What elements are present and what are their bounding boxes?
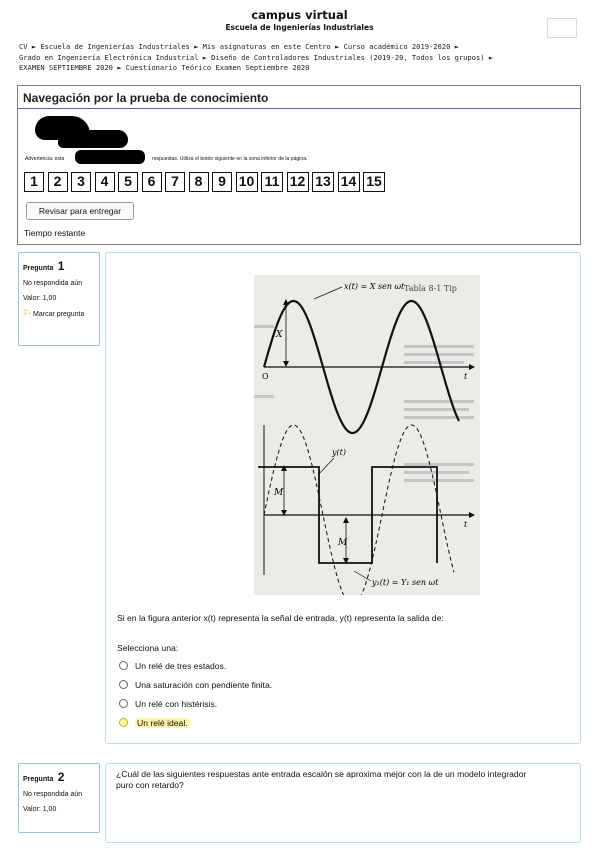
answer-option[interactable]: Una saturación con pendiente finita. <box>119 675 272 694</box>
answer-option-label[interactable]: Una saturación con pendiente finita. <box>135 680 272 690</box>
breadcrumb: CV ► Escuela de Ingenierías Industriales… <box>19 42 579 74</box>
flag-question-label[interactable]: Marcar pregunta <box>33 311 84 318</box>
redaction-mark <box>58 130 128 148</box>
question-nav-button[interactable]: 1 <box>24 172 44 192</box>
answer-radio[interactable] <box>119 718 128 727</box>
question-nav-button[interactable]: 9 <box>212 172 232 192</box>
warning-text-start: Advertencia: esta <box>25 156 65 162</box>
answer-options: Un relé de tres estados. Una saturación … <box>119 656 272 732</box>
answer-prompt: Selecciona una: <box>117 643 179 653</box>
review-submit-button[interactable]: Revisar para entregar <box>26 202 134 220</box>
question-nav-button[interactable]: 8 <box>188 172 209 192</box>
question-nav-button[interactable]: 13 <box>312 172 334 192</box>
flag-icon[interactable]: ⚐ <box>23 308 31 318</box>
question-nav-button[interactable]: 5 <box>118 172 138 192</box>
redaction-mark <box>75 150 145 164</box>
site-subtitle: Escuela de Ingenierías Industriales <box>225 23 374 32</box>
figure-svg: Tabla 8-1 Tip t O X x(t) = X sen ωt t M … <box>254 275 480 606</box>
m-lower-label: M <box>337 538 348 548</box>
question-2-text: ¿Cuál de las siguientes respuestas ante … <box>116 769 527 790</box>
question-nav-button[interactable]: 4 <box>94 172 115 192</box>
question-1-info: Pregunta 1 No respondida aún Valor: 1,00… <box>18 252 100 346</box>
answer-option-label[interactable]: Un relé de tres estados. <box>135 661 226 671</box>
answer-option-label[interactable]: Un relé ideal. <box>135 717 190 728</box>
breadcrumb-line-1[interactable]: CV ► Escuela de Ingenierías Industriales… <box>19 42 579 53</box>
answer-radio[interactable] <box>119 680 128 689</box>
question-nav-button[interactable]: 10 <box>235 172 258 192</box>
answer-option[interactable]: Un relé con histérisis. <box>119 694 272 713</box>
question-2-info: Pregunta 2 No respondida aún Valor: 1,00 <box>18 763 100 833</box>
question-nav-button[interactable]: 6 <box>141 172 162 192</box>
question-state: No respondida aún <box>23 791 83 798</box>
figure-header-text: Tabla 8-1 Tip <box>404 284 457 293</box>
question-word: Pregunta <box>23 776 54 783</box>
question-nav-button[interactable]: 7 <box>165 172 185 192</box>
question-number: 1 <box>57 259 65 273</box>
answer-radio[interactable] <box>119 699 128 708</box>
question-nav-button[interactable]: 11 <box>261 172 283 192</box>
question-state: No respondida aún <box>23 280 83 287</box>
question-2-content: ¿Cuál de las siguientes respuestas ante … <box>105 763 581 843</box>
warning-text-end: respuestas. Utiliza el botón siguiente e… <box>152 156 308 162</box>
input-equation-label: x(t) = X sen ωt <box>344 282 405 291</box>
question-word: Pregunta <box>23 265 54 272</box>
m-upper-label: M <box>273 488 284 498</box>
site-title[interactable]: campus virtual <box>0 8 599 22</box>
flag-question-link[interactable]: ⚐ Marcar pregunta <box>23 309 95 319</box>
question-number-buttons: 1 2 3 4 5 6 7 8 9 10 11 12 13 14 15 <box>24 172 389 192</box>
question-nav-button[interactable]: 14 <box>337 172 360 192</box>
question-1-content: Tabla 8-1 Tip t O X x(t) = X sen ωt t M … <box>105 252 581 744</box>
question-nav-button[interactable]: 12 <box>286 172 309 192</box>
question-nav-button[interactable]: 15 <box>363 172 385 192</box>
answer-option-label[interactable]: Un relé con histérisis. <box>135 699 217 709</box>
header-corner-box <box>547 18 577 38</box>
answer-option[interactable]: Un relé de tres estados. <box>119 656 272 675</box>
output-y-label: y(t) <box>331 448 346 457</box>
question-number: 2 <box>57 770 65 784</box>
question-nav-button[interactable]: 2 <box>47 172 68 192</box>
quiz-navigation-panel: Navegación por la prueba de conocimiento… <box>17 85 581 245</box>
origin-label: O <box>262 372 269 381</box>
time-remaining-label: Tiempo restante <box>24 228 86 238</box>
navigation-divider <box>18 108 580 109</box>
question-mark: Valor: 1,00 <box>23 806 57 813</box>
answer-radio[interactable] <box>119 661 128 670</box>
answer-option-highlighted[interactable]: Un relé ideal. <box>119 713 272 732</box>
quiz-navigation-title: Navegación por la prueba de conocimiento <box>23 91 269 105</box>
question-nav-button[interactable]: 3 <box>71 172 91 192</box>
breadcrumb-line-2[interactable]: Grado en Ingeniería Electrónica Industri… <box>19 53 579 64</box>
breadcrumb-line-3[interactable]: EXAMEN SEPTIEMBRE 2020 ► Cuestionario Te… <box>19 63 579 74</box>
question-1-text: Si en la figura anterior x(t) representa… <box>117 613 444 623</box>
fundamental-equation-label: y₁(t) = Y₁ sen ωt <box>371 578 439 587</box>
site-header: campus virtual Escuela de Ingenierías In… <box>0 8 599 32</box>
question-mark: Valor: 1,00 <box>23 295 57 302</box>
relay-signal-figure: Tabla 8-1 Tip t O X x(t) = X sen ωt t M … <box>254 275 480 606</box>
amplitude-x-label: X <box>275 330 283 340</box>
